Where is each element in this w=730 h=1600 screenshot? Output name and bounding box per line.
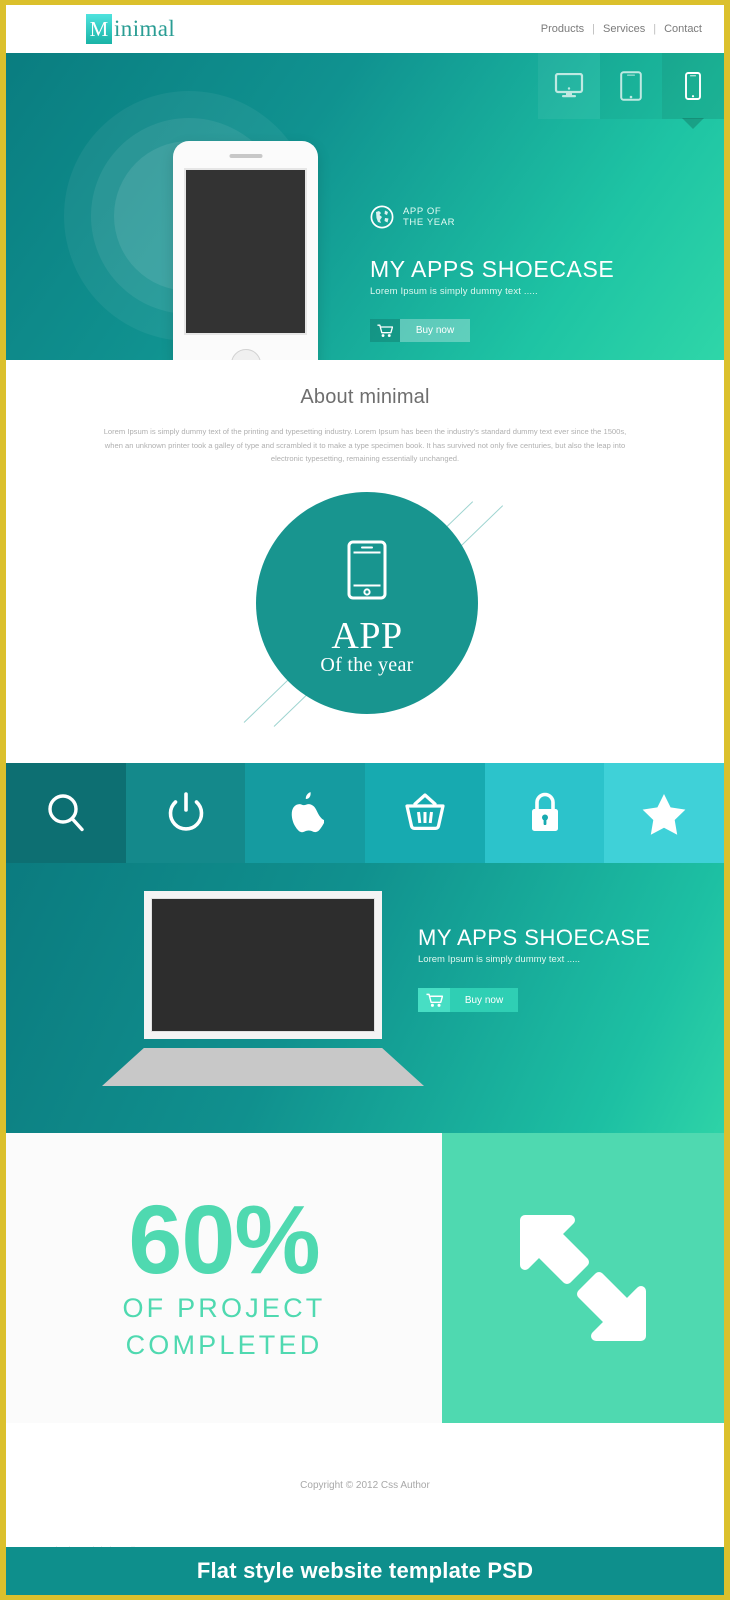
- globe-icon: [370, 205, 394, 229]
- laptop-screen: [151, 898, 375, 1032]
- hero-buy-now-button[interactable]: Buy now: [370, 319, 470, 342]
- laptop-buy-now-button[interactable]: Buy now: [418, 988, 518, 1012]
- phone-home-button: [230, 349, 261, 360]
- expand-panel[interactable]: [442, 1133, 724, 1423]
- logo-text: inimal: [114, 16, 176, 41]
- laptop-base: [102, 1048, 424, 1086]
- nav-item-contact[interactable]: Contact: [664, 23, 702, 35]
- hero-section: APP OF THE YEAR MY APPS SHOECASE Lorem I…: [6, 53, 724, 360]
- icon-tile-search[interactable]: [6, 763, 126, 863]
- laptop-buy-now-label: Buy now: [450, 988, 518, 1012]
- laptop-copy: MY APPS SHOECASE Lorem Ipsum is simply d…: [418, 925, 651, 1012]
- app-of-the-year-circle: APP Of the year: [256, 491, 478, 714]
- laptop-title: MY APPS SHOECASE: [418, 925, 651, 950]
- app-of-the-year-label: APP OF THE YEAR: [403, 205, 456, 229]
- progress-percent: 60%: [128, 1185, 320, 1294]
- device-option-phone[interactable]: [662, 53, 724, 119]
- nav-item-products[interactable]: Products: [541, 23, 584, 35]
- logo-mark: M: [86, 14, 112, 44]
- phone-icon: [685, 72, 701, 100]
- nav-separator: |: [653, 23, 657, 35]
- laptop-subtitle: Lorem Ipsum is simply dummy text .....: [418, 954, 581, 965]
- icon-tile-star[interactable]: [604, 763, 725, 863]
- device-switcher: [538, 53, 724, 119]
- phone-speaker: [229, 154, 262, 158]
- hero-title: MY APPS SHOECASE: [370, 256, 615, 282]
- app-of-the-year-badge: APP OF THE YEAR: [370, 205, 614, 229]
- device-option-tablet[interactable]: [600, 53, 662, 119]
- icon-tile-power[interactable]: [125, 763, 246, 863]
- about-heading: About minimal: [300, 386, 430, 408]
- phone-mockup: [173, 141, 318, 360]
- site-header: M inimal Products | Services | Contact: [6, 5, 724, 53]
- progress-section: 60% OF PROJECT COMPLETED: [6, 1133, 724, 1423]
- icon-tile-apple[interactable]: [245, 763, 366, 863]
- progress-label-line1: OF PROJECT: [122, 1293, 326, 1323]
- icon-tile-lock[interactable]: [484, 763, 605, 863]
- laptop-lid: [144, 891, 382, 1039]
- apple-icon: [291, 792, 325, 833]
- device-option-desktop[interactable]: [538, 53, 600, 119]
- logo[interactable]: M inimal: [86, 14, 175, 44]
- progress-stat: 60% OF PROJECT COMPLETED: [6, 1133, 442, 1423]
- tablet-icon: [620, 71, 642, 101]
- psd-caption-text: Flat style website template PSD: [196, 1558, 534, 1583]
- copyright-text: Copyright © 2012 Css Author: [300, 1479, 430, 1491]
- icon-strip: [6, 763, 725, 863]
- nav-item-services[interactable]: Services: [603, 23, 645, 35]
- cart-icon: [418, 988, 450, 1012]
- site-footer: Copyright © 2012 Css Author www.heritage…: [6, 1423, 724, 1555]
- phone-screen: [184, 168, 307, 335]
- about-body: Lorem Ipsum is simply dummy text of the …: [103, 427, 627, 463]
- psd-caption-bar: Flat style website template PSD: [6, 1547, 724, 1595]
- icon-tile-basket[interactable]: [365, 763, 485, 863]
- cart-icon: [370, 319, 400, 342]
- lock-icon: [531, 792, 558, 831]
- star-icon: [642, 794, 686, 835]
- progress-label-line2: COMPLETED: [125, 1330, 323, 1360]
- page-frame: M inimal Products | Services | Contact A…: [0, 0, 730, 1600]
- hero-buy-now-label: Buy now: [400, 319, 470, 342]
- smartphone-icon: [347, 540, 387, 599]
- search-icon: [48, 794, 84, 832]
- laptop-mockup: [102, 891, 424, 1086]
- hero-subtitle: Lorem Ipsum is simply dummy text .....: [370, 286, 538, 297]
- desktop-icon: [554, 73, 584, 98]
- app-badge-wrapper: APP Of the year: [6, 488, 724, 750]
- laptop-section: MY APPS SHOECASE Lorem Ipsum is simply d…: [6, 863, 724, 1133]
- nav-separator: |: [592, 23, 596, 35]
- hero-copy: APP OF THE YEAR MY APPS SHOECASE Lorem I…: [370, 205, 614, 342]
- main-nav: Products | Services | Contact: [541, 23, 702, 35]
- expand-arrows-icon: [520, 1215, 646, 1341]
- basket-icon: [405, 793, 445, 830]
- power-icon: [168, 792, 203, 831]
- badge-year-text: Of the year: [320, 653, 414, 676]
- badge-app-text: APP: [331, 614, 403, 657]
- about-section: About minimal Lorem Ipsum is simply dumm…: [6, 360, 724, 763]
